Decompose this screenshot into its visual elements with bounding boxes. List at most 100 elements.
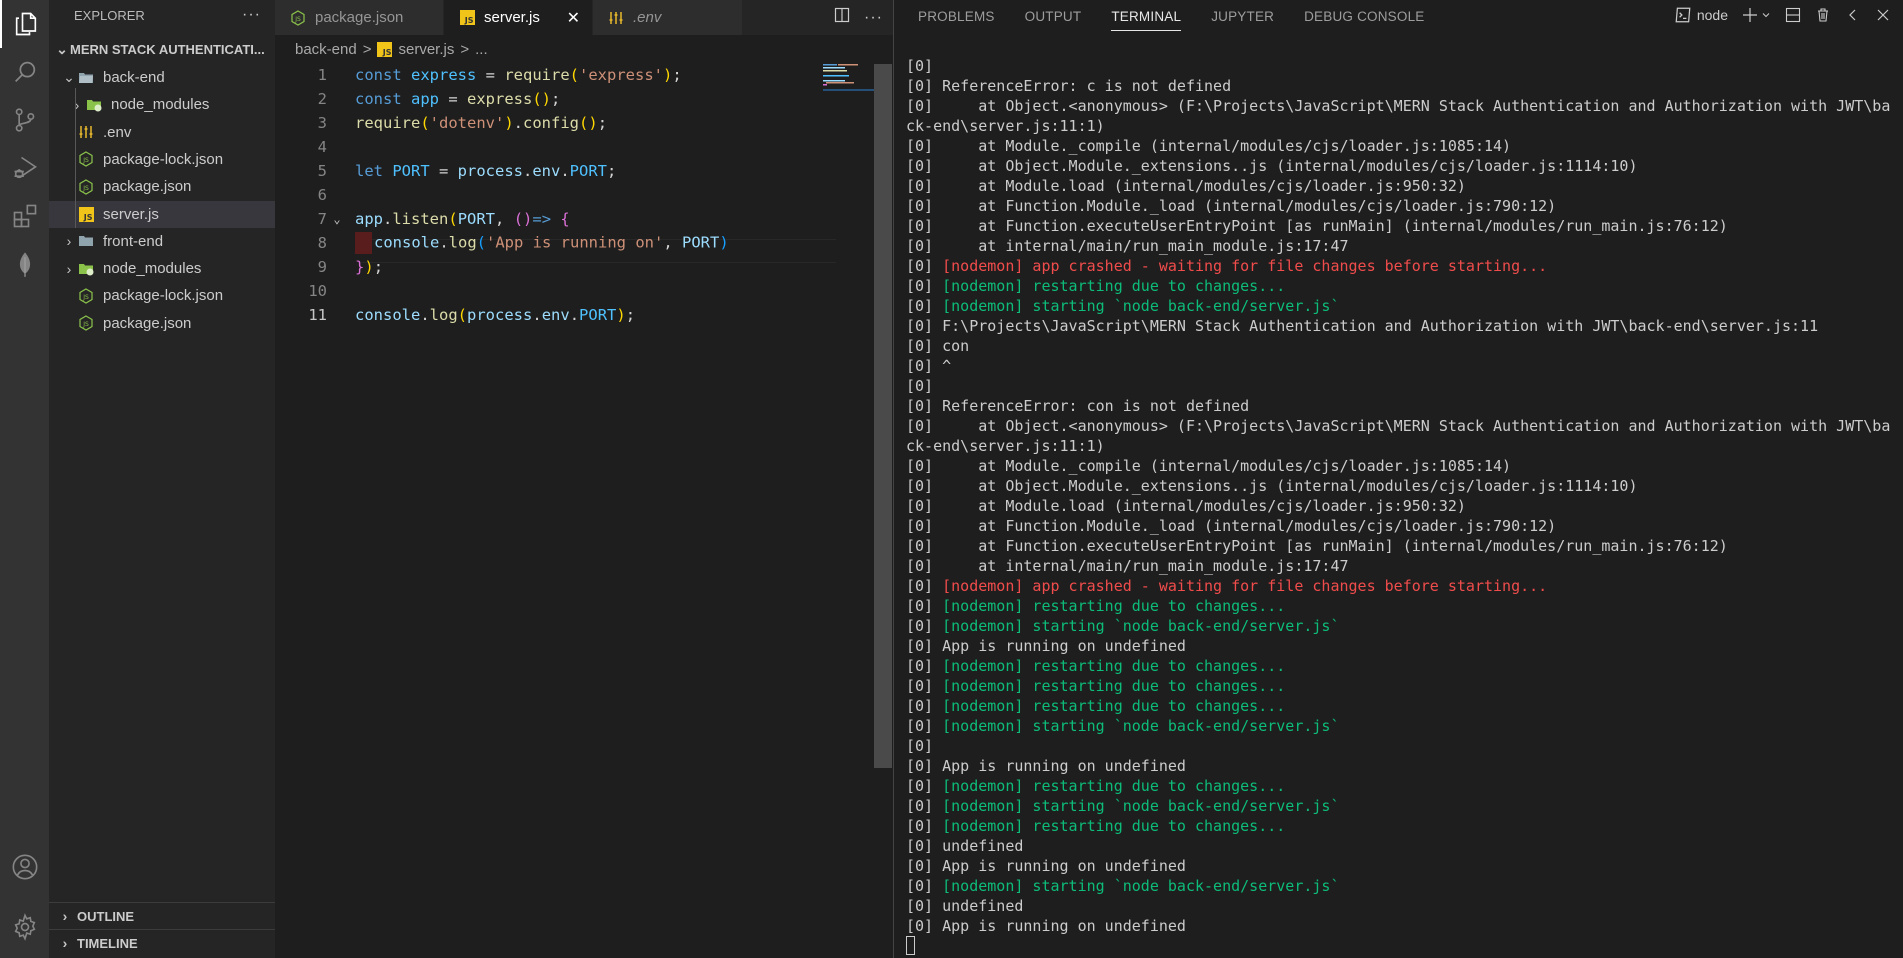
tree-item-package-lock-json[interactable]: JS package-lock.json <box>49 146 275 173</box>
tree-item-package-lock-json[interactable]: JS package-lock.json <box>49 282 275 309</box>
trash-icon[interactable] <box>1815 7 1831 23</box>
tree-item-server-js[interactable]: JS server.js <box>49 200 275 228</box>
mongodb-button[interactable] <box>0 240 49 288</box>
terminal-text: App is running on undefined <box>933 857 1186 875</box>
terminal-prefix: [0] <box>906 817 934 835</box>
line-number: 2 <box>317 90 327 108</box>
more-actions-icon[interactable]: ··· <box>864 9 883 27</box>
terminal-line: [0] at Function.Module._load (internal/m… <box>906 196 1898 216</box>
tree-item-label: .env <box>103 123 132 141</box>
code-line[interactable]: 3 require('dotenv').config(); <box>275 111 835 135</box>
code-token: process <box>467 306 533 324</box>
tree-item-node-modules[interactable]: › node_modules <box>49 255 275 282</box>
editor-actions: ··· <box>834 0 893 35</box>
gear-icon <box>14 913 35 941</box>
code-line[interactable]: 6 <box>275 183 835 207</box>
editor-scrollbar[interactable] <box>874 64 892 768</box>
terminal-line: [0] [nodemon] starting `node back-end/se… <box>906 716 1898 736</box>
terminal-text: App is running on undefined <box>933 757 1186 775</box>
code-line[interactable]: 10 <box>275 279 835 303</box>
source-control-button[interactable] <box>0 96 49 144</box>
tree-item--env[interactable]: .env <box>49 119 275 146</box>
tab-problems[interactable]: PROBLEMS <box>918 0 995 32</box>
code-text: let PORT = process.env.PORT; <box>347 162 616 180</box>
explorer-title: EXPLORER <box>74 7 145 23</box>
breadcrumb-file[interactable]: server.js <box>398 41 454 58</box>
code-token: . <box>560 162 570 180</box>
tree-item-label: package-lock.json <box>103 287 224 305</box>
code-line[interactable]: 8 console.log('App is running on', PORT) <box>275 231 835 255</box>
tab-jupyter[interactable]: JUPYTER <box>1211 0 1274 32</box>
terminal-prefix: [0] <box>906 57 934 75</box>
tab-debug-console[interactable]: DEBUG CONSOLE <box>1304 0 1424 32</box>
extensions-button[interactable] <box>0 192 49 240</box>
svg-text:JS: JS <box>82 321 89 328</box>
code-line[interactable]: 7 ⌄ app.listen(PORT, ()=> { <box>275 207 835 231</box>
code-token: PORT <box>569 162 607 180</box>
close-icon[interactable] <box>1875 7 1891 23</box>
accounts-button[interactable] <box>0 843 49 891</box>
code-line[interactable]: 2 const app = express(); <box>275 87 835 111</box>
tab-output[interactable]: OUTPUT <box>1025 0 1082 32</box>
breadcrumb-symbols[interactable]: ... <box>475 41 488 58</box>
tree-item-back-end[interactable]: ⌄ back-end <box>49 64 275 91</box>
source-control-icon <box>15 108 34 132</box>
code-line[interactable]: 1 const express = require('express'); <box>275 63 835 87</box>
run-debug-button[interactable] <box>0 144 49 192</box>
terminal-prefix: [0] <box>906 177 934 195</box>
split-editor-icon[interactable] <box>834 7 850 28</box>
terminal-selector[interactable]: node <box>1674 6 1728 24</box>
split-terminal-icon[interactable] <box>1785 7 1801 23</box>
outline-section[interactable]: › OUTLINE <box>49 902 275 929</box>
terminal-line: [0] [nodemon] app crashed - waiting for … <box>906 576 1898 596</box>
code-token: . <box>513 114 524 132</box>
tab-server-js[interactable]: JS server.js ✕ <box>444 0 593 35</box>
code-token: require <box>504 66 570 84</box>
terminal-text: [nodemon] restarting due to changes... <box>933 657 1286 675</box>
timeline-section[interactable]: › TIMELINE <box>49 929 275 956</box>
code-line[interactable]: 11 console.log(process.env.PORT); <box>275 303 835 327</box>
terminal-prefix: [0] <box>906 497 934 515</box>
more-actions-button[interactable]: ··· <box>242 6 261 24</box>
code-token: , <box>495 210 514 228</box>
terminal-prefix: [0] <box>906 277 934 295</box>
code-token: ( <box>448 210 458 228</box>
terminal-prompt-line[interactable] <box>906 936 1898 956</box>
terminal-line: [0] App is running on undefined <box>906 636 1898 656</box>
code-line[interactable]: 9}); <box>275 255 835 279</box>
tree-item-package-json[interactable]: JS package.json <box>49 173 275 200</box>
tree-item-node-modules[interactable]: › node_modules <box>49 91 275 118</box>
chevron-left-icon[interactable] <box>1845 7 1861 23</box>
chevron-down-icon: ⌄ <box>63 69 75 85</box>
code-line[interactable]: 5 let PORT = process.env.PORT; <box>275 159 835 183</box>
tree-item-package-json[interactable]: JS package.json <box>49 310 275 337</box>
code-token: => <box>532 210 552 228</box>
js-file-icon: JS <box>458 9 476 27</box>
terminal-prefix: [0] <box>906 477 934 495</box>
code-token: PORT <box>579 306 617 324</box>
terminal-output[interactable]: [0] [0] ReferenceError: c is not defined[… <box>906 56 1898 956</box>
code-line[interactable]: 4 <box>275 135 835 159</box>
terminal-text: undefined <box>933 837 1024 855</box>
extensions-icon <box>13 204 36 228</box>
manage-button[interactable] <box>0 903 49 951</box>
new-terminal-button[interactable] <box>1742 7 1771 23</box>
tree-item-front-end[interactable]: › front-end <box>49 228 275 255</box>
close-tab-icon[interactable]: ✕ <box>567 8 580 28</box>
search-button[interactable] <box>0 48 49 96</box>
terminal-line: [0] ReferenceError: c is not defined <box>906 76 1898 96</box>
code-token: () <box>579 114 598 132</box>
chevron-down-icon[interactable] <box>1761 10 1771 20</box>
workspace-root[interactable]: ⌄ MERN STACK AUTHENTICATI... <box>49 38 275 60</box>
tab-terminal[interactable]: TERMINAL <box>1111 0 1182 32</box>
breadcrumb-folder[interactable]: back-end <box>295 41 357 58</box>
tab-package-json[interactable]: JS package.json <box>275 0 444 35</box>
terminal-text: at Function.Module._load (internal/modul… <box>933 197 1557 215</box>
explorer-button[interactable] <box>0 0 49 48</box>
code-token: ; <box>672 66 682 84</box>
tab-env[interactable]: .env <box>593 0 743 35</box>
terminal-prefix: [0] <box>906 257 934 275</box>
fold-chevron-icon[interactable]: ⌄ <box>327 212 347 226</box>
terminal-prefix: [0] <box>906 737 934 755</box>
code-text: console.log(process.env.PORT); <box>347 306 635 324</box>
